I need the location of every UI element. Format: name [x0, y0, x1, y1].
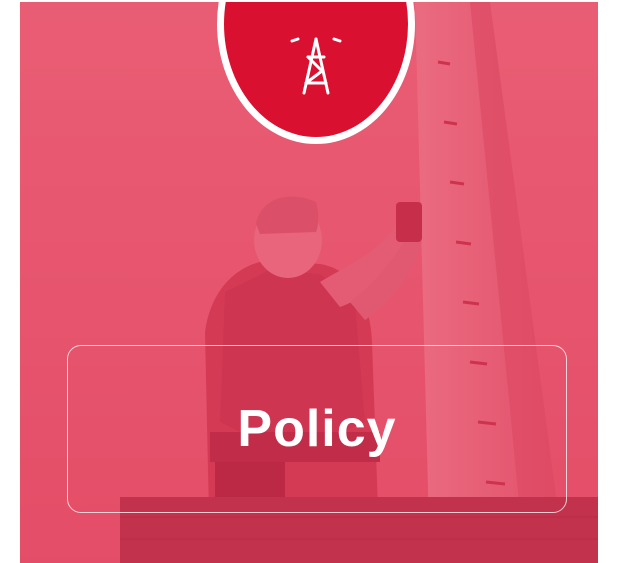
policy-card[interactable]: Policy: [20, 2, 598, 563]
card-label-box: Policy: [67, 345, 567, 513]
card-title: Policy: [237, 400, 397, 458]
transmission-tower-icon: [290, 37, 342, 95]
